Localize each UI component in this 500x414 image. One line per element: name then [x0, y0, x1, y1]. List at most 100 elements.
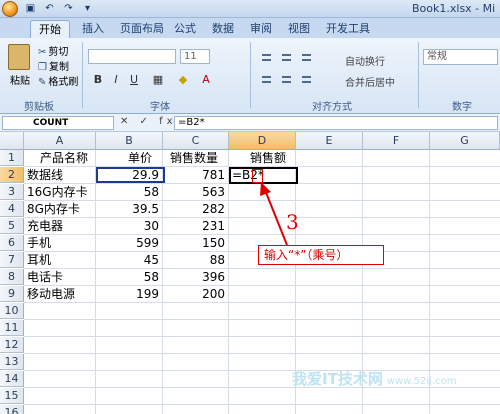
- watermark-text: 我爱IT技术网: [292, 370, 383, 388]
- formula-bar-icons[interactable]: ✕ ✓ fx: [120, 116, 177, 127]
- col-header-g[interactable]: G: [430, 132, 500, 150]
- bold-button[interactable]: B: [90, 72, 106, 87]
- row-header[interactable]: 2: [0, 167, 24, 183]
- cell-b9[interactable]: 199: [96, 286, 162, 302]
- cell-a8[interactable]: 电话卡: [27, 269, 63, 285]
- cell-c6[interactable]: 150: [163, 235, 228, 251]
- row-header[interactable]: 8: [0, 269, 24, 285]
- row-header[interactable]: 3: [0, 184, 24, 200]
- font-name-select[interactable]: [88, 49, 176, 64]
- watermark: 我爱IT技术网 www.52ij.com: [292, 368, 456, 389]
- align-right-icon[interactable]: [298, 71, 315, 86]
- row-header[interactable]: 5: [0, 218, 24, 234]
- copy-button[interactable]: ❐ 复制: [38, 58, 69, 73]
- underline-button[interactable]: U: [126, 72, 142, 87]
- fill-color-icon[interactable]: ◆: [175, 72, 191, 87]
- cell-b3[interactable]: 58: [96, 184, 162, 200]
- select-all-corner[interactable]: [0, 132, 24, 150]
- font-size-select[interactable]: 11: [180, 49, 210, 64]
- row-header[interactable]: 14: [0, 371, 24, 387]
- cell-c2[interactable]: 781: [163, 167, 228, 183]
- row-header[interactable]: 7: [0, 252, 24, 268]
- cell-b8[interactable]: 58: [96, 269, 162, 285]
- cell-a5[interactable]: 充电器: [27, 218, 63, 234]
- cell-a7[interactable]: 耳机: [27, 252, 51, 268]
- col-header-c[interactable]: C: [163, 132, 229, 150]
- row-header[interactable]: 1: [0, 150, 24, 166]
- col-header-d[interactable]: D: [229, 132, 296, 150]
- row-header[interactable]: 6: [0, 235, 24, 251]
- cell-b7[interactable]: 45: [96, 252, 162, 268]
- row-header[interactable]: 11: [0, 320, 24, 336]
- cell-a4[interactable]: 8G内存卡: [27, 201, 80, 217]
- tab-review[interactable]: 审阅: [242, 20, 280, 38]
- tab-formulas[interactable]: 公式: [166, 20, 204, 38]
- cell-c4[interactable]: 282: [163, 201, 228, 217]
- office-button[interactable]: [2, 1, 18, 17]
- tab-view[interactable]: 视图: [280, 20, 318, 38]
- cell-c9[interactable]: 200: [163, 286, 228, 302]
- cell-a6[interactable]: 手机: [27, 235, 51, 251]
- group-separator: [82, 42, 83, 108]
- align-center-icon[interactable]: [278, 71, 295, 86]
- cell-c1[interactable]: 销售数量: [170, 150, 218, 166]
- formula-bar: COUNT ✕ ✓ fx =B2*: [0, 114, 500, 132]
- align-bottom-icon[interactable]: [298, 49, 315, 64]
- format-painter-button[interactable]: ✎ 格式刷: [38, 73, 78, 88]
- col-header-a[interactable]: A: [24, 132, 96, 150]
- merge-center-button[interactable]: 合并后居中: [345, 74, 395, 89]
- quick-access-toolbar: ▣ ↶ ↷ ▾: [24, 2, 94, 15]
- formula-input[interactable]: =B2*: [174, 116, 498, 130]
- cell-b4[interactable]: 39.5: [96, 201, 162, 217]
- save-icon[interactable]: ▣: [24, 2, 37, 15]
- cell-a3[interactable]: 16G内存卡: [27, 184, 88, 200]
- name-box[interactable]: COUNT: [2, 116, 114, 130]
- cell-a1[interactable]: 产品名称: [40, 150, 88, 166]
- row-header[interactable]: 12: [0, 337, 24, 353]
- row-header[interactable]: 15: [0, 388, 24, 404]
- cut-button[interactable]: ✂ 剪切: [38, 43, 68, 58]
- italic-button[interactable]: I: [108, 72, 124, 87]
- align-left-icon[interactable]: [258, 71, 275, 86]
- row-header[interactable]: 13: [0, 354, 24, 370]
- range-selection-b2: [96, 167, 165, 183]
- highlight-box: [252, 169, 263, 183]
- tab-home[interactable]: 开始: [30, 20, 70, 38]
- cell-b6[interactable]: 599: [96, 235, 162, 251]
- paste-icon[interactable]: [8, 44, 30, 70]
- window-title: Book1.xlsx - Mi: [412, 2, 496, 15]
- row-header[interactable]: 10: [0, 303, 24, 319]
- cell-b1[interactable]: 单价: [128, 150, 152, 166]
- cell-a9[interactable]: 移动电源: [27, 286, 75, 302]
- row-header[interactable]: 9: [0, 286, 24, 302]
- cell-c5[interactable]: 231: [163, 218, 228, 234]
- tab-data[interactable]: 数据: [204, 20, 242, 38]
- tab-developer[interactable]: 开发工具: [318, 20, 378, 38]
- row-header[interactable]: 16: [0, 405, 24, 414]
- cell-c8[interactable]: 396: [163, 269, 228, 285]
- col-header-f[interactable]: F: [363, 132, 430, 150]
- border-icon[interactable]: ▦: [150, 72, 166, 87]
- redo-icon[interactable]: ↷: [62, 2, 75, 15]
- cell-a2[interactable]: 数据线: [27, 167, 63, 183]
- tab-insert[interactable]: 插入: [74, 20, 112, 38]
- undo-icon[interactable]: ↶: [43, 2, 56, 15]
- brush-icon: ✎: [38, 77, 47, 88]
- row-header[interactable]: 4: [0, 201, 24, 217]
- chevron-down-icon[interactable]: ▾: [81, 2, 94, 15]
- align-top-icon[interactable]: [258, 49, 275, 64]
- cell-d1[interactable]: 销售额: [250, 150, 286, 166]
- col-header-e[interactable]: E: [296, 132, 363, 150]
- paste-button[interactable]: 粘贴: [10, 72, 30, 87]
- font-color-icon[interactable]: A: [198, 72, 214, 87]
- cell-c3[interactable]: 563: [163, 184, 228, 200]
- number-format-select[interactable]: 常规: [423, 49, 498, 65]
- align-middle-icon[interactable]: [278, 49, 295, 64]
- worksheet-grid[interactable]: A B C D E F G 1 2 3 4 5 6 7 8 9 10 11 12…: [0, 132, 500, 414]
- wrap-text-button[interactable]: 自动换行: [345, 53, 385, 68]
- group-separator: [418, 42, 419, 108]
- cell-b5[interactable]: 30: [96, 218, 162, 234]
- cell-c7[interactable]: 88: [163, 252, 228, 268]
- col-header-b[interactable]: B: [96, 132, 163, 150]
- tab-page-layout[interactable]: 页面布局: [112, 20, 172, 38]
